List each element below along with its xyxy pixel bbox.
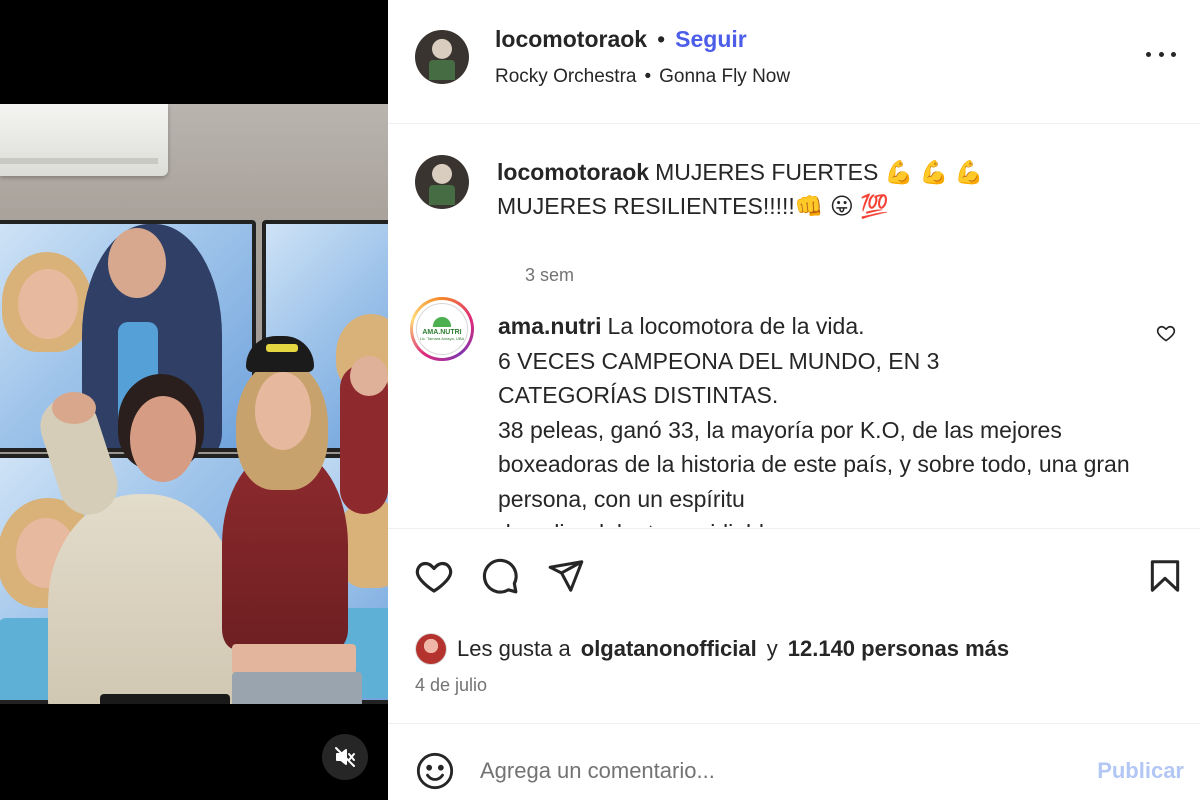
likes-connector: y	[766, 636, 778, 661]
more-options-icon	[1146, 51, 1151, 57]
likes-prefix: Les gusta a	[457, 636, 571, 661]
comments-section[interactable]: locomotoraok MUJERES FUERTES 💪 💪 💪MUJERES…	[388, 125, 1200, 527]
commenter-avatar[interactable]: AMA.NUTRI Lic. Tamara Amaya, UBA	[410, 297, 474, 361]
post-header: locomotoraok • Seguir Rocky Orchestra • …	[388, 0, 1200, 124]
author-avatar[interactable]	[415, 30, 469, 84]
caption-username[interactable]: locomotoraok	[497, 159, 649, 185]
mute-button[interactable]	[322, 734, 368, 780]
comment-line: La locomotora de la vida.	[607, 313, 865, 339]
liker-username[interactable]: olgatanonofficial	[581, 636, 757, 662]
comment-input[interactable]	[480, 753, 1060, 789]
caption-text: locomotoraok MUJERES FUERTES 💪 💪 💪MUJERES…	[497, 155, 1057, 223]
publish-button[interactable]: Publicar	[1097, 758, 1184, 784]
leaf-icon	[433, 317, 451, 327]
likes-count[interactable]: 12.140 personas más	[788, 636, 1009, 662]
author-line: locomotoraok • Seguir	[495, 26, 747, 53]
post-actions: Les gusta a olgatanonofficial y 12.140 p…	[388, 528, 1200, 724]
author-username[interactable]: locomotoraok	[495, 26, 647, 53]
share-icon	[548, 560, 584, 592]
share-button[interactable]	[545, 555, 587, 597]
comment-composer: Publicar	[388, 725, 1200, 800]
likes-summary: Les gusta a olgatanonofficial y 12.140 p…	[415, 633, 1009, 665]
comment-like-heart-icon	[1156, 325, 1176, 342]
liker-avatar[interactable]	[415, 633, 447, 665]
comment-like-button[interactable]	[1156, 323, 1176, 348]
like-button[interactable]	[413, 555, 455, 597]
audio-attribution[interactable]: Rocky Orchestra • Gonna Fly Now	[495, 66, 790, 88]
separator-dot: •	[657, 26, 666, 52]
emoji-icon	[416, 752, 454, 790]
comment-text: ama.nutri La locomotora de la vida. 6 VEC…	[498, 309, 1138, 527]
post-photo	[0, 104, 388, 704]
audio-track: Gonna Fly Now	[659, 66, 791, 87]
comment-line: de salir adelante envidiable.	[498, 516, 1138, 527]
comment-line: persona, con un espíritu	[498, 485, 745, 512]
save-button[interactable]	[1144, 555, 1186, 597]
avatar-subtitle: Lic. Tamara Amaya, UBA	[419, 336, 465, 341]
more-options-button[interactable]	[1146, 44, 1176, 64]
post-date[interactable]: 4 de julio	[415, 675, 487, 696]
comment-line: 38 peleas, ganó 33, la mayoría por K.O, …	[498, 416, 1062, 443]
avatar-brand: AMA.NUTRI	[422, 329, 462, 336]
post-panel: locomotoraok • Seguir Rocky Orchestra • …	[388, 0, 1200, 800]
bookmark-icon	[1150, 560, 1180, 592]
audio-separator: •	[644, 66, 652, 87]
comment-line: CATEGORÍAS DISTINTAS.	[498, 382, 779, 408]
air-conditioner	[0, 104, 168, 176]
caption-time[interactable]: 3 sem	[525, 265, 574, 286]
heart-icon	[415, 561, 453, 593]
commenter-username[interactable]: ama.nutri	[498, 313, 602, 339]
comment-line: 6 VECES CAMPEONA DEL MUNDO, EN 3	[498, 347, 940, 374]
person-left	[48, 494, 238, 704]
caption-avatar[interactable]	[415, 155, 469, 209]
mute-icon	[335, 747, 355, 767]
comment-button[interactable]	[479, 555, 521, 597]
comment-line: boxeadoras de la historia de este país, …	[498, 451, 1130, 477]
post-media[interactable]	[0, 0, 388, 800]
emoji-button[interactable]	[415, 751, 455, 796]
audio-artist: Rocky Orchestra	[495, 66, 637, 87]
comment-icon	[482, 558, 518, 594]
follow-button[interactable]: Seguir	[675, 26, 747, 53]
